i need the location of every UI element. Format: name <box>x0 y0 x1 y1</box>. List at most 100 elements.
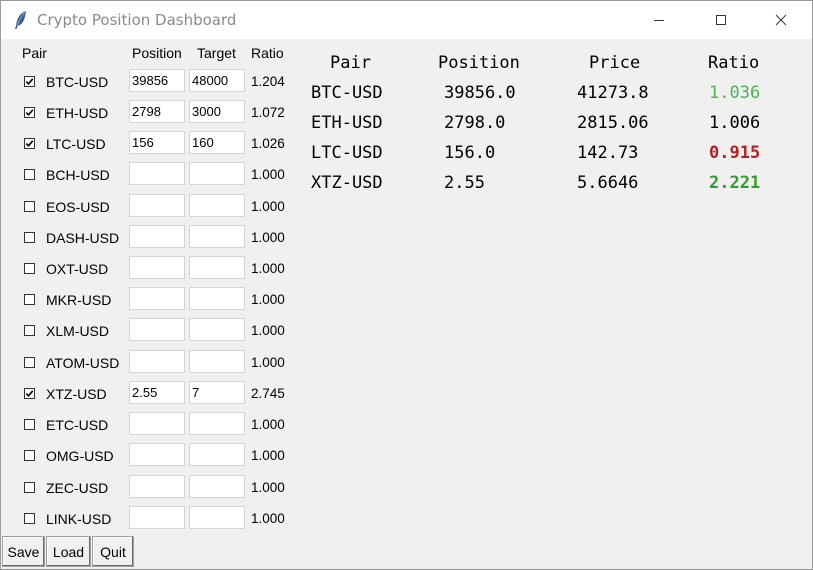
quit-button[interactable]: Quit <box>92 536 134 567</box>
position-input[interactable]: 2.55 <box>129 381 185 404</box>
position-input[interactable]: 156 <box>129 131 185 154</box>
form-row: XTZ-USD 2.55 7 2.745 <box>1 380 301 411</box>
summary-pair: BTC-USD <box>311 83 383 103</box>
position-input[interactable] <box>129 506 185 529</box>
pair-checkbox[interactable] <box>24 76 35 87</box>
pair-checkbox[interactable] <box>24 138 35 149</box>
pair-checkbox[interactable] <box>24 169 35 180</box>
form-row: LINK-USD 1.000 <box>1 505 301 536</box>
summary-ratio: 0.915 <box>709 143 761 163</box>
position-input[interactable] <box>129 443 185 466</box>
summary-ratio: 1.006 <box>709 113 761 133</box>
pair-label[interactable]: DASH-USD <box>46 230 119 246</box>
pair-label[interactable]: BTC-USD <box>46 74 108 90</box>
pair-checkbox[interactable] <box>24 482 35 493</box>
summary-header-pair: Pair <box>330 53 371 73</box>
target-input[interactable] <box>189 443 245 466</box>
summary-pair: LTC-USD <box>311 143 383 163</box>
pair-label[interactable]: LTC-USD <box>46 136 106 152</box>
pair-checkbox[interactable] <box>24 325 35 336</box>
target-input[interactable]: 160 <box>189 131 245 154</box>
ratio-value: 1.000 <box>251 199 285 214</box>
ratio-value: 1.000 <box>251 417 285 432</box>
pair-checkbox[interactable] <box>24 201 35 212</box>
pair-label[interactable]: LINK-USD <box>46 511 111 527</box>
form-row: XLM-USD 1.000 <box>1 317 301 348</box>
app-window: Crypto Position Dashboard Pair Position … <box>0 0 813 570</box>
target-input[interactable] <box>189 475 245 498</box>
target-input[interactable] <box>189 225 245 248</box>
pair-checkbox[interactable] <box>24 388 35 399</box>
minimize-button[interactable] <box>636 1 682 39</box>
position-input[interactable] <box>129 194 185 217</box>
target-input[interactable]: 7 <box>189 381 245 404</box>
position-input[interactable] <box>129 162 185 185</box>
summary-pair: XTZ-USD <box>311 173 383 193</box>
target-input[interactable] <box>189 318 245 341</box>
target-input[interactable] <box>189 350 245 373</box>
position-input[interactable] <box>129 256 185 279</box>
maximize-button[interactable] <box>698 1 744 39</box>
target-input[interactable]: 3000 <box>189 100 245 123</box>
title-bar[interactable]: Crypto Position Dashboard <box>1 1 812 39</box>
ratio-value: 1.000 <box>251 480 285 495</box>
ratio-value: 1.204 <box>251 74 285 89</box>
position-input[interactable] <box>129 412 185 435</box>
pair-checkbox[interactable] <box>24 419 35 430</box>
ratio-value: 1.000 <box>251 355 285 370</box>
target-input[interactable] <box>189 412 245 435</box>
pair-checkbox[interactable] <box>24 232 35 243</box>
load-button[interactable]: Load <box>46 536 91 567</box>
pair-label[interactable]: ETC-USD <box>46 417 108 433</box>
target-input[interactable]: 48000 <box>189 69 245 92</box>
pair-checkbox[interactable] <box>24 294 35 305</box>
pair-label[interactable]: BCH-USD <box>46 167 110 183</box>
pair-label[interactable]: ZEC-USD <box>46 480 108 496</box>
ratio-value: 2.745 <box>251 386 285 401</box>
header-target: Target <box>197 45 236 61</box>
pair-checkbox[interactable] <box>24 263 35 274</box>
close-button[interactable] <box>758 1 804 39</box>
pair-label[interactable]: OXT-USD <box>46 261 108 277</box>
form-row: DASH-USD 1.000 <box>1 224 301 255</box>
header-ratio: Ratio <box>251 45 284 61</box>
target-input[interactable] <box>189 506 245 529</box>
checkmark-icon <box>25 140 34 147</box>
pair-checkbox[interactable] <box>24 357 35 368</box>
position-input[interactable] <box>129 475 185 498</box>
pair-label[interactable]: OMG-USD <box>46 448 114 464</box>
pair-label[interactable]: ETH-USD <box>46 105 108 121</box>
form-row: BCH-USD 1.000 <box>1 161 301 192</box>
header-position: Position <box>132 45 182 61</box>
pair-label[interactable]: XTZ-USD <box>46 386 107 402</box>
position-input[interactable] <box>129 350 185 373</box>
target-input[interactable] <box>189 287 245 310</box>
summary-position: 2798.0 <box>444 113 506 133</box>
ratio-value: 1.000 <box>251 511 285 526</box>
position-input[interactable] <box>129 318 185 341</box>
pair-label[interactable]: ATOM-USD <box>46 355 119 371</box>
pair-checkbox[interactable] <box>24 107 35 118</box>
target-input[interactable] <box>189 194 245 217</box>
position-input[interactable] <box>129 225 185 248</box>
position-input[interactable] <box>129 287 185 310</box>
form-row: BTC-USD 39856 48000 1.204 <box>1 68 301 99</box>
summary-pair: ETH-USD <box>311 113 383 133</box>
pair-label[interactable]: EOS-USD <box>46 199 110 215</box>
summary-header-price: Price <box>589 53 641 73</box>
target-input[interactable] <box>189 256 245 279</box>
target-input[interactable] <box>189 162 245 185</box>
summary-position: 39856.0 <box>444 83 516 103</box>
position-input[interactable]: 39856 <box>129 69 185 92</box>
summary-header-position: Position <box>438 53 520 73</box>
form-row: ETC-USD 1.000 <box>1 411 301 442</box>
summary-ratio: 2.221 <box>709 173 761 193</box>
position-input[interactable]: 2798 <box>129 100 185 123</box>
minimize-icon <box>654 20 664 21</box>
pair-checkbox[interactable] <box>24 513 35 524</box>
save-button[interactable]: Save <box>2 536 45 567</box>
pair-label[interactable]: XLM-USD <box>46 323 109 339</box>
ratio-value: 1.000 <box>251 323 285 338</box>
pair-checkbox[interactable] <box>24 450 35 461</box>
pair-label[interactable]: MKR-USD <box>46 292 111 308</box>
